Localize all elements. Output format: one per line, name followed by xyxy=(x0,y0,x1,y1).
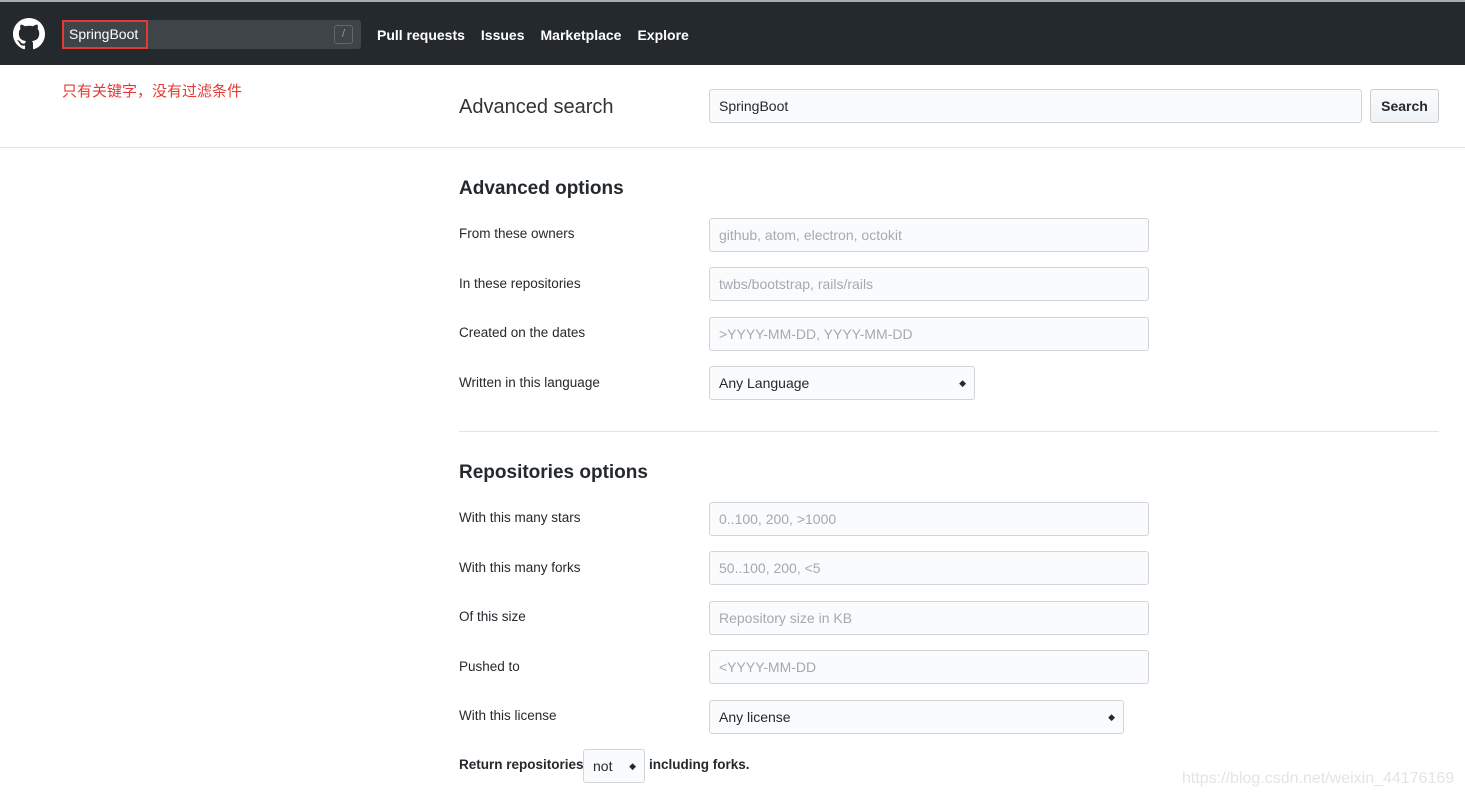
size-label: Of this size xyxy=(459,609,526,624)
divider xyxy=(459,431,1439,432)
forks-suffix-label: including forks. xyxy=(649,757,750,772)
watermark: https://blog.csdn.net/weixin_44176169 xyxy=(1182,770,1455,787)
license-select[interactable]: Any license ◆ xyxy=(709,700,1124,734)
created-input[interactable]: >YYYY-MM-DD, YYYY-MM-DD xyxy=(709,317,1149,351)
repositories-options-heading: Repositories options xyxy=(459,462,648,483)
search-button[interactable]: Search xyxy=(1370,89,1439,123)
size-input[interactable]: Repository size in KB xyxy=(709,601,1149,635)
language-label: Written in this language xyxy=(459,375,600,390)
select-arrows-icon: ◆ xyxy=(1108,712,1115,722)
forks-select[interactable]: not ◆ xyxy=(583,749,645,783)
owners-label: From these owners xyxy=(459,226,575,241)
slash-shortcut-hint: / xyxy=(334,25,353,44)
search-value-highlighted: SpringBoot xyxy=(62,20,148,49)
query-input[interactable]: SpringBoot xyxy=(709,89,1362,123)
forks-value: not xyxy=(593,758,613,774)
pushed-input[interactable]: <YYYY-MM-DD xyxy=(709,650,1149,684)
license-value: Any license xyxy=(719,709,791,725)
nav-issues[interactable]: Issues xyxy=(481,27,525,43)
language-value: Any Language xyxy=(719,375,810,391)
annotation-note: 只有关键字，没有过滤条件 xyxy=(62,82,243,100)
pushed-label: Pushed to xyxy=(459,659,520,674)
nav-explore[interactable]: Explore xyxy=(637,27,688,43)
global-search-input[interactable]: SpringBoot / xyxy=(62,20,361,49)
top-nav-bar: SpringBoot / Pull requests Issues Market… xyxy=(0,0,1465,65)
forks-label: With this many forks xyxy=(459,560,581,575)
forks-prefix-label: Return repositories xyxy=(459,757,584,772)
page-title: Advanced search xyxy=(459,96,614,118)
github-logo-icon[interactable] xyxy=(13,18,45,50)
forks-input[interactable]: 50..100, 200, <5 xyxy=(709,551,1149,585)
nav-pull-requests[interactable]: Pull requests xyxy=(377,27,465,43)
stars-input[interactable]: 0..100, 200, >1000 xyxy=(709,502,1149,536)
language-select[interactable]: Any Language ◆ xyxy=(709,366,975,400)
select-arrows-icon: ◆ xyxy=(629,761,636,771)
license-label: With this license xyxy=(459,708,557,723)
stars-label: With this many stars xyxy=(459,510,581,525)
divider xyxy=(0,147,1465,148)
nav-marketplace[interactable]: Marketplace xyxy=(541,27,622,43)
advanced-options-heading: Advanced options xyxy=(459,178,624,199)
select-arrows-icon: ◆ xyxy=(959,378,966,388)
created-label: Created on the dates xyxy=(459,325,586,340)
owners-input[interactable]: github, atom, electron, octokit xyxy=(709,218,1149,252)
repositories-label: In these repositories xyxy=(459,276,581,291)
repositories-input[interactable]: twbs/bootstrap, rails/rails xyxy=(709,267,1149,301)
